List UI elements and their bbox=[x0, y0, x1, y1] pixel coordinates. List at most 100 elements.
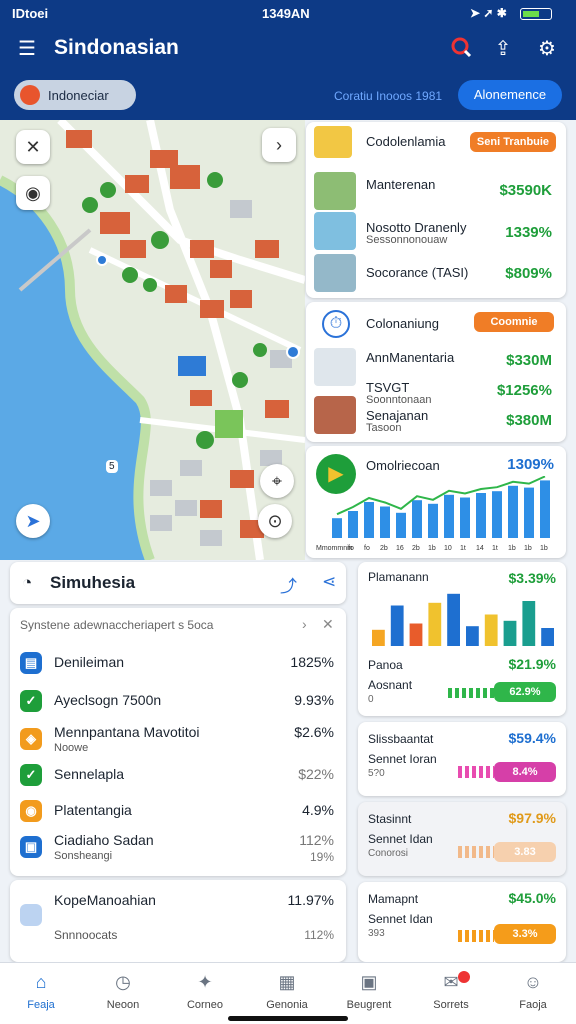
chart-value: 1309% bbox=[507, 456, 554, 473]
mini-card-a: Plamanann $3.39% Panoa $21.9% Aosnant 0 … bbox=[358, 562, 566, 716]
mini-value: $59.4% bbox=[508, 730, 556, 746]
status-carrier: IDtoei bbox=[12, 6, 49, 21]
list-item-name: Socorance (TASI) bbox=[366, 265, 469, 280]
status-icons: ➤ ➚ ✱ bbox=[470, 6, 507, 20]
mini-progress: 3.83 bbox=[494, 842, 556, 862]
chart-bar bbox=[332, 518, 342, 538]
action-button[interactable]: Alonemence bbox=[458, 80, 562, 110]
mini-progress-ticks bbox=[458, 930, 494, 942]
nav-item[interactable]: ◷ Neoon bbox=[82, 963, 164, 1024]
mini-sub: 0 bbox=[368, 694, 374, 705]
bottom-nav: ⌂ Feaja ◷ Neoon ✦ Corneo ▦ Genonia ▣ Beugrent ✉ Sor… bbox=[0, 962, 576, 1024]
mini-progress-ticks bbox=[448, 688, 494, 698]
share-icon[interactable]: ⋖ bbox=[322, 572, 336, 592]
chart-bar bbox=[540, 480, 550, 538]
summary-icon bbox=[20, 904, 42, 926]
mini-title: Mamapnt bbox=[368, 892, 419, 906]
layers-icon[interactable]: ✕ bbox=[16, 130, 50, 164]
mini-card-c: Stasinnt $97.9% Sennet Idan Conorosi 3.8… bbox=[358, 802, 566, 876]
chevron-right-icon[interactable]: › bbox=[302, 616, 307, 632]
nav-item[interactable]: ☺ Faoja bbox=[492, 963, 574, 1024]
mini-sub: 5?0 bbox=[368, 768, 385, 779]
building-thumbnail bbox=[314, 396, 356, 434]
chart-tick-label: 16 bbox=[396, 545, 404, 552]
mini-progress: 8.4% bbox=[494, 762, 556, 782]
settings-icon[interactable]: ⚙ bbox=[534, 36, 560, 62]
mini-label: Sennet Idan bbox=[368, 912, 433, 926]
nav-item[interactable]: ✉ Sorrets bbox=[410, 963, 492, 1024]
metric-row[interactable]: ▤ Denileiman 1825% bbox=[10, 646, 346, 680]
chart-icon[interactable]: ⤴ bbox=[280, 572, 297, 597]
growth-chart-card: ▶ Omolriecoan 1309% Mmommnin fo fo 2b 16 2b 1b… bbox=[306, 446, 566, 558]
nav-label: Beugrent bbox=[346, 999, 392, 1011]
mini-label: Sennet Ioran bbox=[368, 752, 437, 766]
location-icon[interactable]: ◉ bbox=[16, 176, 50, 210]
mini-sub: 393 bbox=[368, 928, 385, 939]
region-chip[interactable]: Indoneciar bbox=[14, 80, 136, 110]
star-icon: ✦ bbox=[197, 972, 213, 992]
list-item-value: 1339% bbox=[505, 224, 552, 241]
list-item-sub: Soonntonaan bbox=[366, 394, 432, 406]
metric-row[interactable]: ▣ Ciadiaho Sadan Sonsheangi 112% 19% bbox=[10, 830, 346, 864]
mini-card-d: Mamapnt $45.0% Sennet Idan 393 3.3% bbox=[358, 882, 566, 962]
nav-item[interactable]: ✦ Corneo bbox=[164, 963, 246, 1024]
chart-tick-label: 2b bbox=[412, 545, 420, 552]
panel-title: Simuhesia bbox=[50, 573, 136, 592]
metric-row[interactable]: ✓ Ayeclsogn 7500n 9.93% bbox=[10, 684, 346, 718]
metric-label: Platentangia bbox=[54, 802, 132, 818]
share-icon[interactable]: ⇪ bbox=[490, 36, 516, 62]
mini-bar bbox=[390, 605, 404, 646]
list-item-value: $3590K bbox=[499, 182, 552, 199]
summary-card: KopeManoahian Snnnoocats 11.97% 112% bbox=[10, 880, 346, 962]
card-badge[interactable]: Seni Tranbuie bbox=[470, 132, 556, 152]
metric-value: 9.93% bbox=[294, 692, 334, 708]
close-icon[interactable]: ✕ bbox=[322, 616, 334, 633]
zoom-icon[interactable]: ⊙ bbox=[258, 504, 292, 538]
nav-label: Faoja bbox=[519, 999, 547, 1011]
list-item-value: $330M bbox=[506, 352, 552, 369]
device-icon: ▣ bbox=[20, 836, 42, 858]
pin-icon[interactable]: ⌖ bbox=[260, 464, 294, 498]
mini-label: Aosnant bbox=[368, 678, 413, 692]
header: IDtoei 1349AN ➤ ➚ ✱ ☰ Sindonasian ⇪ ⚙ In… bbox=[0, 0, 576, 120]
chart-tick-label: 1b bbox=[540, 545, 548, 552]
route-label: 5 bbox=[106, 460, 118, 473]
city-map[interactable]: ✕ ◉ › ➤ ⌖ ⊙ 5 bbox=[0, 120, 305, 560]
building-icon bbox=[314, 126, 352, 158]
mini-sub: Conorosi bbox=[368, 848, 409, 859]
mini-bar bbox=[372, 629, 385, 646]
nav-item[interactable]: ⌂ Feaja bbox=[0, 963, 82, 1024]
mini-bar bbox=[503, 620, 517, 646]
chart-tick-label: 1t bbox=[460, 545, 466, 552]
metric-value-2: 19% bbox=[309, 850, 334, 864]
search-icon[interactable] bbox=[448, 36, 474, 62]
menu-icon[interactable]: ☰ bbox=[14, 36, 40, 62]
metric-value: 4.9% bbox=[302, 802, 334, 818]
nav-label: Genonia bbox=[266, 999, 308, 1011]
map-marker-icon[interactable] bbox=[96, 254, 108, 266]
nav-item[interactable]: ▦ Genonia bbox=[246, 963, 328, 1024]
nav-item[interactable]: ▣ Beugrent bbox=[328, 963, 410, 1024]
notification-dot bbox=[458, 971, 470, 983]
mini-value: $97.9% bbox=[508, 810, 556, 826]
navigate-icon[interactable]: ➤ bbox=[16, 504, 50, 538]
metric-row[interactable]: ✓ Sennelapla $22% bbox=[10, 758, 346, 792]
cluster-icon: ◈ bbox=[20, 728, 42, 750]
list-item-name: AnnManentaria bbox=[366, 350, 455, 365]
nav-label: Neoon bbox=[106, 999, 140, 1011]
list-item-name: TSVGT bbox=[366, 380, 410, 395]
mini-value: $45.0% bbox=[508, 890, 556, 906]
metric-value: 112% bbox=[299, 832, 334, 848]
mini-label: Panoa bbox=[368, 658, 403, 672]
map-marker-icon[interactable] bbox=[286, 345, 300, 359]
calculator-icon: ▦ bbox=[278, 972, 296, 992]
summary-label: KopeManoahian bbox=[54, 892, 156, 908]
metric-row[interactable]: ◉ Platentangia 4.9% bbox=[10, 794, 346, 828]
document-icon: ▤ bbox=[20, 652, 42, 674]
metric-row[interactable]: ◈ Mennpantana Mavotitoi Noowe $2.6% bbox=[10, 722, 346, 756]
card-badge[interactable]: Coomnie bbox=[474, 312, 554, 332]
mini-bar bbox=[447, 593, 460, 646]
collapse-icon[interactable]: › bbox=[262, 128, 296, 162]
list-item-name: Manterenan bbox=[366, 177, 436, 192]
clock-icon: ◷ bbox=[115, 972, 131, 992]
